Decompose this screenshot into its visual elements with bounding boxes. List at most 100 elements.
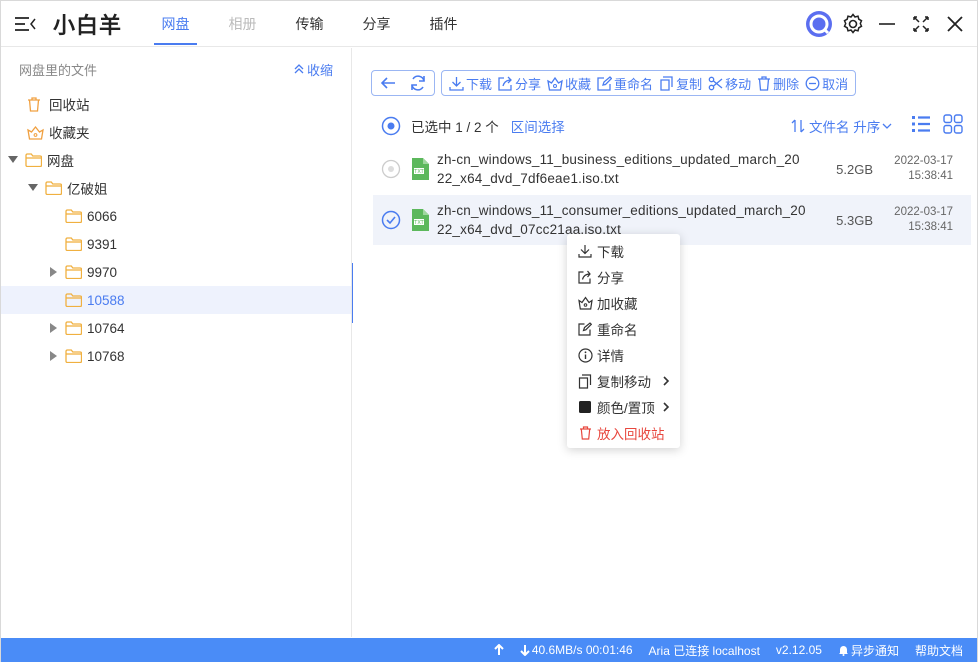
sidebar-header: 网盘里的文件 收缩 [1, 48, 351, 90]
folder-icon [25, 152, 43, 168]
aria-status[interactable]: Aria 已连接 localhost [649, 642, 760, 659]
window-controls [805, 1, 969, 47]
file-name: zh-cn_windows_11_business_editions_updat… [437, 152, 800, 186]
download-button[interactable]: 下载 [446, 71, 495, 95]
tree-item[interactable]: 6066 [1, 202, 351, 230]
chevron-right-icon [663, 376, 670, 386]
caret-down-icon[interactable] [7, 154, 19, 166]
back-button[interactable] [376, 71, 400, 95]
app-logo-icon[interactable] [805, 10, 833, 38]
folder-icon [65, 236, 83, 252]
trash-icon [577, 425, 593, 441]
tree-item[interactable]: 收藏夹 [1, 118, 351, 146]
select-all-icon[interactable] [381, 116, 401, 136]
favorite-button[interactable]: 收藏 [544, 71, 594, 95]
share-button[interactable]: 分享 [495, 71, 544, 95]
upload-status[interactable] [494, 644, 504, 656]
arrow-down-icon [520, 645, 530, 656]
ctx-share[interactable]: 分享 [567, 264, 680, 290]
ctx-color-pin[interactable]: 颜色/置顶 [567, 394, 680, 420]
tree-item-label: 收藏夹 [49, 126, 90, 141]
bell-icon [838, 646, 848, 656]
help-link[interactable]: 帮助文档 [915, 642, 963, 659]
ctx-favorite-label: 加收藏 [597, 297, 638, 312]
download-speed: 40.6MB/s 00:01:46 [531, 643, 633, 657]
app-brand: 小白羊 [53, 12, 123, 38]
delete-button[interactable]: 删除 [754, 71, 802, 95]
minimize-icon[interactable] [873, 10, 901, 38]
tab-album[interactable]: 相册 [209, 1, 276, 47]
row-checkbox-checked-icon[interactable] [373, 210, 409, 230]
ctx-download[interactable]: 下载 [567, 238, 680, 264]
tab-drive[interactable]: 网盘 [142, 1, 209, 47]
list-view-icon[interactable] [911, 114, 931, 137]
ctx-favorite[interactable]: 加收藏 [567, 290, 680, 316]
txt-file-icon: TXT [409, 157, 433, 181]
favorite-icon [27, 124, 45, 140]
tree-item[interactable]: 亿破姐 [1, 174, 351, 202]
download-status[interactable]: 40.6MB/s 00:01:46 [520, 643, 633, 657]
file-row[interactable]: TXT zh-cn_windows_11_business_editions_u… [373, 144, 971, 194]
sort-icon [791, 119, 805, 133]
collapse-label: 收缩 [306, 62, 333, 78]
tree-item-label: 9391 [87, 236, 118, 252]
svg-text:TXT: TXT [413, 220, 424, 226]
refresh-button[interactable] [406, 71, 430, 95]
copy-button[interactable]: 复制 [656, 71, 705, 95]
collapse-button[interactable]: 收缩 [293, 60, 333, 79]
tree-item-label: 亿破姐 [67, 182, 108, 197]
file-date-day: 2022-03-17 [894, 206, 953, 218]
tree-item[interactable]: 9391 [1, 230, 351, 258]
maximize-icon[interactable] [907, 10, 935, 38]
tree-item[interactable]: 网盘 [1, 146, 351, 174]
share-icon [577, 269, 593, 285]
copy-icon [660, 75, 673, 91]
cancel-button[interactable]: 取消 [802, 71, 851, 95]
copy-label: 复制 [676, 76, 703, 92]
caret-right-icon[interactable] [47, 350, 59, 362]
folder-icon [45, 180, 63, 196]
tree-item[interactable]: 9970 [1, 258, 351, 286]
file-date: 2022-03-17 15:38:41 [873, 205, 953, 235]
caret-down-icon[interactable] [27, 182, 39, 194]
tree-item-label: 10764 [87, 320, 125, 336]
tree-item-label: 10588 [87, 292, 125, 308]
file-date: 2022-03-17 15:38:41 [873, 154, 953, 184]
tree-item[interactable]: 10588 [1, 286, 351, 314]
tab-plugins[interactable]: 插件 [410, 1, 477, 47]
folder-icon [65, 208, 83, 224]
sort-button[interactable]: 文件名 升序 [791, 116, 892, 136]
download-label: 下载 [466, 76, 493, 92]
rename-button[interactable]: 重命名 [594, 71, 656, 95]
status-bar: 40.6MB/s 00:01:46 Aria 已连接 localhost v2.… [1, 638, 977, 662]
notify-button[interactable]: 异步通知 [838, 642, 899, 659]
download-icon [449, 76, 464, 91]
share-icon [498, 76, 512, 91]
version-label[interactable]: v2.12.05 [776, 643, 822, 657]
caret-right-icon[interactable] [47, 322, 59, 334]
grid-view-icon[interactable] [943, 114, 963, 137]
delete-label: 删除 [773, 76, 800, 92]
close-icon[interactable] [941, 10, 969, 38]
main-nav: 网盘 相册 传输 分享 插件 [142, 1, 477, 47]
ctx-trash[interactable]: 放入回收站 [567, 420, 680, 446]
move-button[interactable]: 移动 [705, 71, 754, 95]
ctx-rename[interactable]: 重命名 [567, 316, 680, 342]
svg-text:TXT: TXT [413, 169, 424, 175]
ctx-copy-move[interactable]: 复制移动 [567, 368, 680, 394]
tab-transfer[interactable]: 传输 [276, 1, 343, 47]
tab-share[interactable]: 分享 [343, 1, 410, 47]
range-select-link[interactable]: 区间选择 [511, 116, 565, 136]
tree-item[interactable]: 10768 [1, 342, 351, 370]
menu-toggle-icon[interactable] [5, 1, 45, 47]
selection-count: 已选中 1 / 2 个 [411, 120, 499, 135]
ctx-details[interactable]: 详情 [567, 342, 680, 368]
trash-icon [758, 75, 771, 91]
caret-right-icon[interactable] [47, 266, 59, 278]
share-label: 分享 [515, 76, 542, 92]
row-checkbox-icon[interactable] [373, 159, 409, 179]
tree-item[interactable]: 回收站 [1, 90, 351, 118]
tree-item[interactable]: 10764 [1, 314, 351, 342]
settings-icon[interactable] [839, 10, 867, 38]
